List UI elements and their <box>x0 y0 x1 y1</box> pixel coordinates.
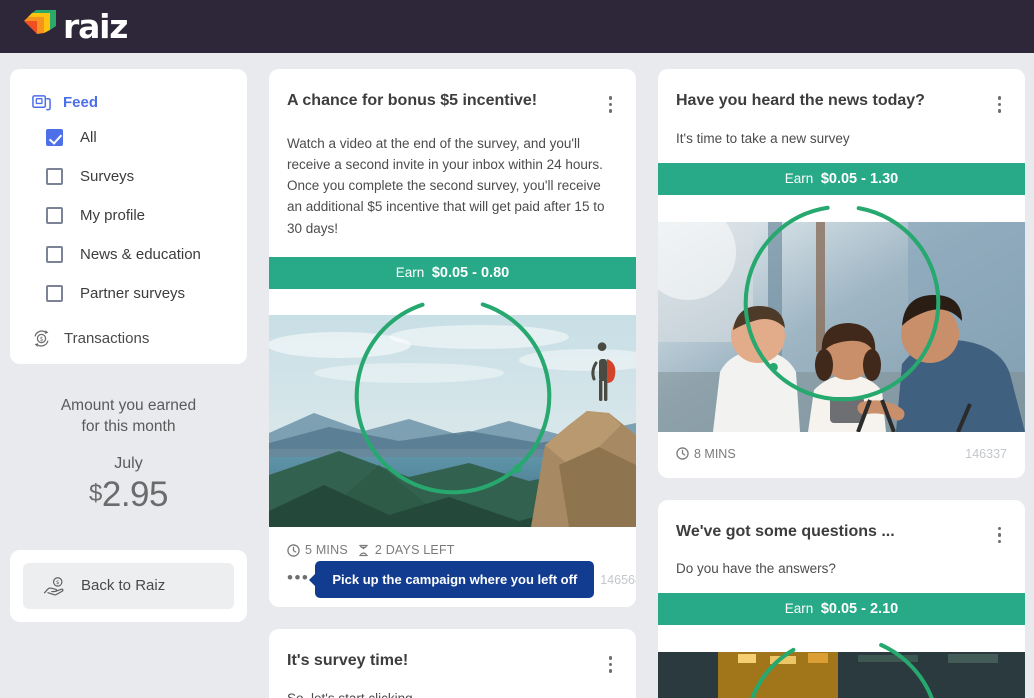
card-subtitle: So, let's start clicking ... <box>269 677 636 698</box>
checkbox-partner-surveys[interactable] <box>46 285 63 302</box>
svg-text:$: $ <box>56 580 60 586</box>
earn-banner: Earn $0.05 - 1.30 <box>658 162 1025 195</box>
sidebar-item-transactions[interactable]: $ Transactions <box>10 313 247 350</box>
sidebar-filter-my-profile[interactable]: My profile <box>10 196 247 235</box>
earnings-amount: $2.95 <box>10 475 247 515</box>
card-title: Have you heard the news today? <box>676 92 925 109</box>
clock-icon <box>287 543 300 557</box>
sidebar-filter-label: My profile <box>80 207 146 224</box>
earnings-title-line1: Amount you earned <box>60 397 197 414</box>
card-title: We've got some questions ... <box>676 522 895 540</box>
card-image-friends <box>658 204 1025 432</box>
sidebar-filter-label: News & education <box>80 246 201 263</box>
earnings-title-line2: for this month <box>81 417 176 435</box>
deadline-text: 2 DAYS LEFT <box>374 543 455 558</box>
sidebar: Feed All Surveys My profile News & educa… <box>10 69 247 622</box>
more-dots-icon[interactable]: ••• <box>287 569 309 591</box>
feed-card-survey-time[interactable]: It's survey time! So, let's start clicki… <box>269 629 636 698</box>
back-to-raiz-label: Back to Raiz <box>81 577 166 595</box>
earn-value: $0.05 - 0.80 <box>431 265 510 282</box>
hiker-cliff-illustration <box>269 315 636 528</box>
earn-banner: Earn $0.05 - 2.10 <box>658 593 1025 625</box>
earn-banner: Earn $0.05 - 0.80 <box>269 257 636 290</box>
sidebar-feed-label: Feed <box>63 94 99 111</box>
sidebar-filter-label: Partner surveys <box>80 285 186 302</box>
back-to-raiz-button[interactable]: $ Back to Raiz <box>23 562 234 609</box>
earnings-month: July <box>114 454 143 472</box>
feed-card-news-today[interactable]: Have you heard the news today? It's time… <box>658 69 1025 478</box>
duration-meta: 5 MINS <box>287 543 348 557</box>
sidebar-nav-card: Feed All Surveys My profile News & educa… <box>10 69 247 364</box>
deadline-meta: 2 DAYS LEFT <box>357 543 455 557</box>
card-header: A chance for bonus $5 incentive! <box>269 69 636 117</box>
card-header: We've got some questions ... <box>658 500 1025 548</box>
card-footer: ••• Pick up the campaign where you left … <box>269 561 636 607</box>
checkbox-surveys[interactable] <box>46 168 63 185</box>
card-id: 146568 <box>600 573 636 588</box>
card-footer: 8 MINS 146337 <box>658 432 1025 478</box>
sidebar-item-feed[interactable]: Feed <box>10 87 247 118</box>
card-image-hiker <box>269 297 636 528</box>
cta-tooltip-wrap: Pick up the campaign where you left off <box>315 561 595 599</box>
hand-coin-icon: $ <box>43 576 64 596</box>
sidebar-filter-surveys[interactable]: Surveys <box>10 157 247 196</box>
card-title: It's survey time! <box>287 652 409 670</box>
duration-text: 5 MINS <box>305 543 348 558</box>
kebab-menu-icon[interactable] <box>992 523 1008 548</box>
sidebar-filter-news-education[interactable]: News & education <box>10 235 247 274</box>
friends-phone-illustration <box>658 221 1025 432</box>
sidebar-filter-label: Surveys <box>80 168 135 185</box>
card-id: 146337 <box>965 446 1007 461</box>
card-meta-row: 5 MINS 2 DAYS LEFT <box>269 527 636 563</box>
hourglass-icon <box>359 544 368 556</box>
transactions-icon: $ <box>34 330 49 347</box>
earn-value: $0.05 - 2.10 <box>820 601 899 617</box>
svg-text:$: $ <box>40 337 44 343</box>
kebab-menu-icon[interactable] <box>603 92 619 117</box>
card-header: Have you heard the news today? <box>658 69 1025 117</box>
feed-column-middle: A chance for bonus $5 incentive! Watch a… <box>269 69 636 698</box>
feed-icon <box>32 95 51 111</box>
feed-card-bonus-incentive[interactable]: A chance for bonus $5 incentive! Watch a… <box>269 69 636 608</box>
earn-prefix: Earn <box>395 265 425 281</box>
app-header: raiz <box>0 0 1034 53</box>
kebab-menu-icon[interactable] <box>992 92 1008 117</box>
currency-symbol: $ <box>89 479 102 507</box>
page-body: Feed All Surveys My profile News & educa… <box>0 53 1034 698</box>
earn-prefix: Earn <box>784 170 814 186</box>
raiz-arrow-logo-icon <box>24 9 56 34</box>
card-header: It's survey time! <box>269 629 636 677</box>
app-logo[interactable]: raiz <box>22 7 128 46</box>
checkbox-my-profile[interactable] <box>46 207 63 224</box>
kebab-menu-icon[interactable] <box>603 652 619 677</box>
back-to-raiz-card: $ Back to Raiz <box>10 549 247 622</box>
amount-value: 2.95 <box>101 474 169 514</box>
earnings-summary: Amount you earned for this month July $2… <box>10 364 247 521</box>
duration-meta: 8 MINS <box>676 447 736 461</box>
night-city-illustration <box>658 652 1025 698</box>
checkbox-news-education[interactable] <box>46 246 63 263</box>
logo-wordmark: raiz <box>63 7 128 46</box>
card-image-city-night <box>658 634 1025 698</box>
card-subtitle: Do you have the answers? <box>676 561 836 576</box>
clock-icon <box>676 447 689 460</box>
sidebar-filter-all[interactable]: All <box>10 118 247 157</box>
sidebar-filter-label: All <box>80 129 97 146</box>
feed-column-right: Have you heard the news today? It's time… <box>658 69 1025 698</box>
earn-value: $0.05 - 1.30 <box>820 170 899 187</box>
resume-campaign-button[interactable]: Pick up the campaign where you left off <box>315 561 595 599</box>
sidebar-transactions-label: Transactions <box>64 330 150 347</box>
earn-prefix: Earn <box>784 601 814 616</box>
card-title: A chance for bonus $5 incentive! <box>287 92 538 109</box>
feed-card-got-questions[interactable]: We've got some questions ... Do you have… <box>658 499 1025 698</box>
card-subtitle: It's time to take a new survey <box>676 130 850 146</box>
duration-text: 8 MINS <box>694 446 736 461</box>
card-body-text: Watch a video at the end of the survey, … <box>287 135 605 236</box>
sidebar-filter-partner-surveys[interactable]: Partner surveys <box>10 274 247 313</box>
checkbox-all[interactable] <box>46 129 63 146</box>
